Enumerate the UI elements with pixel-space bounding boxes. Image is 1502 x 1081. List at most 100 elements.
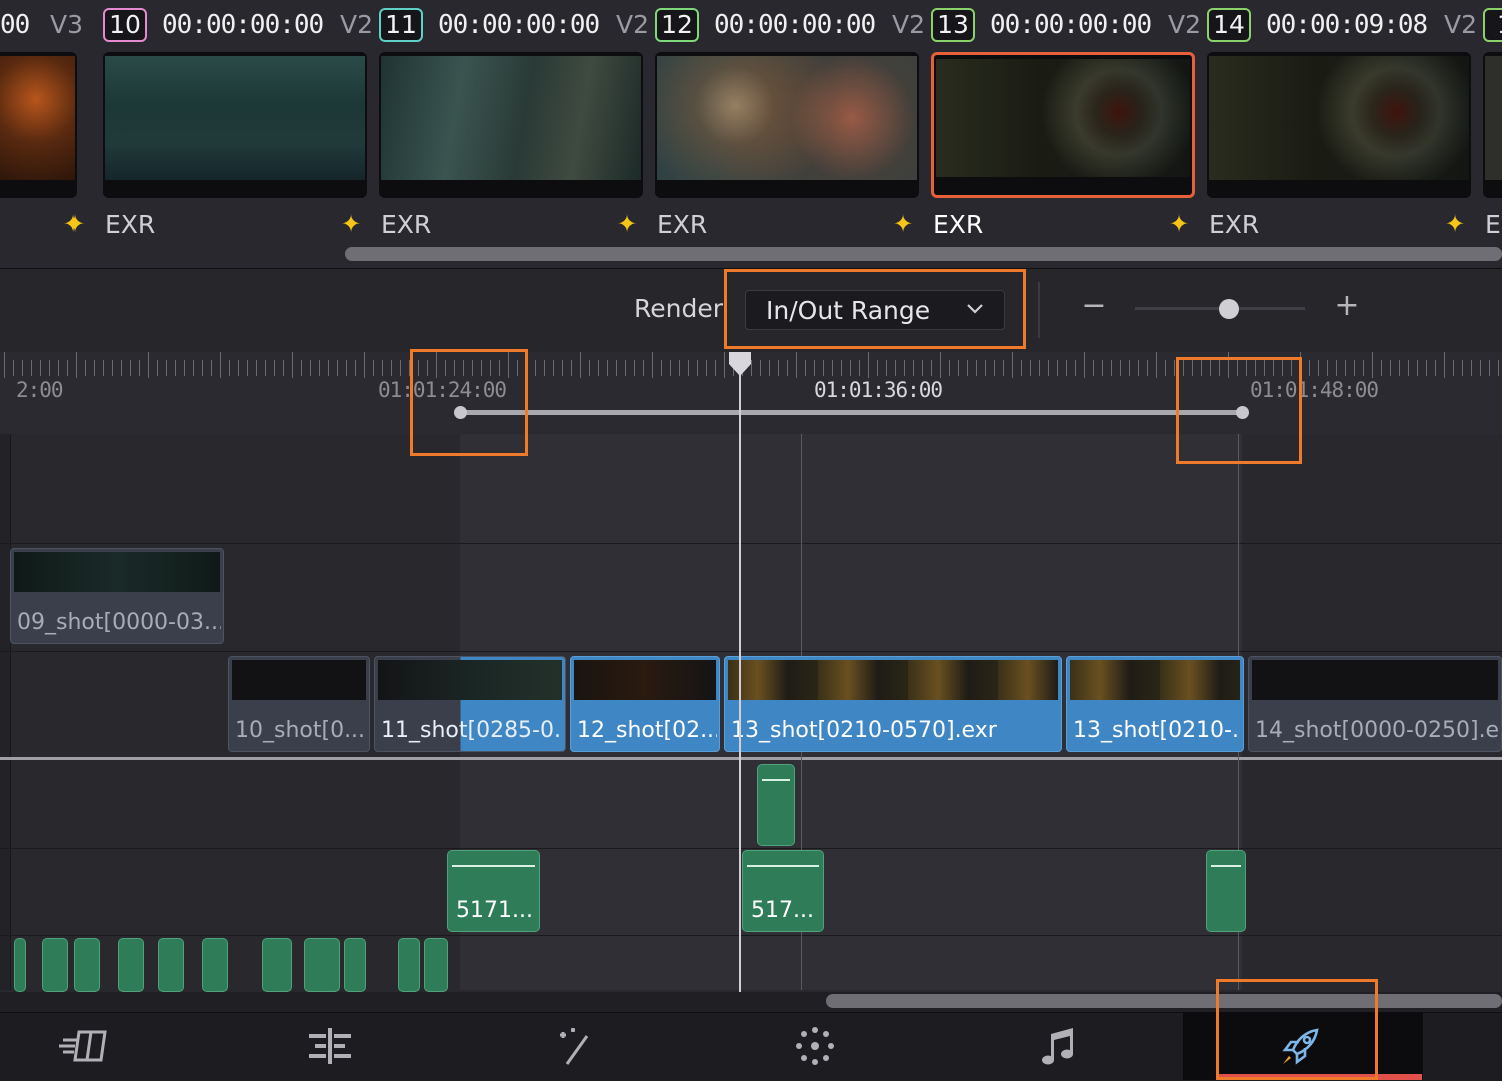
audio-clip[interactable]: [74, 938, 100, 992]
ruler-tick: [850, 360, 851, 376]
clip-thumbnail-13[interactable]: 13 00:00:00:00 V2 ✦ EXR: [893, 0, 1207, 268]
ruler-tick: [823, 360, 824, 376]
sparkle-icon: ✦: [65, 210, 86, 238]
zoom-out-button[interactable]: −: [1080, 291, 1108, 321]
timeline-clip-v2[interactable]: 12_shot[02...: [570, 656, 720, 752]
timeline-clip-v2[interactable]: 14_shot[0000-0250].exr: [1248, 656, 1502, 752]
edit-page-button[interactable]: [270, 1012, 390, 1080]
ruler-timecode: 01:01:36:00: [814, 378, 943, 402]
clip-format: E: [1485, 210, 1501, 239]
ruler-tick: [562, 360, 563, 376]
ruler-tick: [760, 360, 761, 376]
audio-clip[interactable]: [14, 938, 26, 992]
ruler-tick: [1003, 360, 1004, 376]
playhead[interactable]: [739, 362, 741, 992]
highlight-in-point: [410, 349, 528, 456]
timeline-clip-v2[interactable]: 10_shot[0...: [228, 656, 370, 752]
clip-format: EXR: [381, 210, 432, 239]
in-out-range-bar[interactable]: [460, 410, 1242, 415]
audio-clip[interactable]: [757, 764, 795, 846]
ruler-tick: [67, 360, 68, 376]
audio-clip[interactable]: [1206, 850, 1246, 932]
timeline-scrollbar[interactable]: [826, 994, 1502, 1008]
ruler-tick: [1390, 360, 1391, 376]
ruler-tick: [157, 360, 158, 376]
ruler-tick: [94, 360, 95, 376]
ruler-tick: [1120, 360, 1121, 376]
ruler-tick: [1174, 360, 1175, 376]
ruler-tick: [130, 360, 131, 376]
clip-thumbnail-image: [931, 52, 1195, 198]
ruler-tick: [724, 352, 725, 378]
clip-name: 11_shot[0285-0...: [381, 718, 563, 743]
clip-name: 12_shot[02...: [577, 718, 717, 743]
audio-clip[interactable]: [202, 938, 228, 992]
timeline-clip-v2[interactable]: 13_shot[0210-0570].exr: [724, 656, 1062, 752]
clip-thumbnail-11[interactable]: 11 00:00:00:00 V2 ✦ EXR: [341, 0, 655, 268]
ruler-tick: [643, 360, 644, 376]
ruler-tick: [1165, 360, 1166, 376]
ruler-tick: [1399, 360, 1400, 376]
audio-clip[interactable]: [344, 938, 366, 992]
ruler-tick: [256, 360, 257, 376]
clip-thumbnail-15[interactable]: 1 ✦ E: [1445, 0, 1502, 268]
zoom-slider-handle[interactable]: [1218, 299, 1239, 319]
highlight-deliver-button: [1216, 979, 1378, 1080]
ruler-tick: [1426, 360, 1427, 376]
ruler-tick: [769, 360, 770, 376]
ruler-tick: [49, 360, 50, 376]
ruler-tick: [148, 352, 149, 378]
clip-track: V2: [615, 10, 649, 39]
clip-timecode: 00:00:00:00: [162, 10, 324, 40]
clip-number: 11: [379, 8, 423, 42]
ruler-tick: [1408, 360, 1409, 376]
ruler-tick: [679, 360, 680, 376]
clip-track: V3: [49, 10, 83, 39]
ruler-tick: [553, 360, 554, 376]
thumbnail-scrollbar[interactable]: [345, 247, 1502, 261]
zoom-in-button[interactable]: +: [1333, 291, 1361, 321]
playhead-handle-icon[interactable]: [727, 352, 753, 378]
timeline-clip-v3[interactable]: 09_shot[0000-03...: [10, 548, 224, 644]
audio-clip[interactable]: [398, 938, 420, 992]
audio-clip[interactable]: [42, 938, 68, 992]
ruler-tick: [967, 360, 968, 376]
clip-name: 5171...: [456, 898, 533, 923]
ruler-tick: [589, 360, 590, 376]
clip-thumbnail-14[interactable]: 14 00:00:09:08 V2 ✦ EXR: [1169, 0, 1483, 268]
audio-clip[interactable]: [158, 938, 184, 992]
ruler-tick: [787, 360, 788, 376]
clip-thumbnail-12[interactable]: 12 00:00:00:00 V2 ✦ EXR: [617, 0, 931, 268]
track-separator: [0, 651, 1502, 652]
audio-clip[interactable]: [424, 938, 448, 992]
clip-timecode: 00:00:00:00: [990, 10, 1152, 40]
timeline-clip-v2[interactable]: 13_shot[0210-...: [1066, 656, 1244, 752]
ruler-tick: [310, 360, 311, 376]
audio-clip[interactable]: 5171...: [447, 850, 540, 932]
clip-number: 12: [655, 8, 699, 42]
fusion-page-button[interactable]: [755, 1012, 875, 1080]
clip-thumbnail-10[interactable]: 10 00:00:00:00 V2 ✦ EXR: [65, 0, 379, 268]
highlight-out-point: [1176, 357, 1302, 464]
audio-clip[interactable]: 517...: [742, 850, 824, 932]
ruler-tick: [913, 360, 914, 376]
audio-clip[interactable]: [118, 938, 144, 992]
audio-clip[interactable]: [304, 938, 340, 992]
clip-thumbnail-image: [1207, 52, 1471, 198]
ruler-tick: [400, 360, 401, 376]
ruler-tick: [1435, 360, 1436, 376]
clip-name: 09_shot[0000-03...: [17, 610, 221, 635]
clip-timecode: 00:00:09:08: [1266, 10, 1428, 40]
audio-clip[interactable]: [262, 938, 292, 992]
ruler-tick: [598, 360, 599, 376]
ruler-tick: [814, 360, 815, 376]
media-page-button[interactable]: [25, 1012, 145, 1080]
clip-track: V2: [891, 10, 925, 39]
timeline-clip-v2[interactable]: 11_shot[0285-0...: [374, 656, 566, 752]
ruler-tick: [1417, 360, 1418, 376]
color-page-button[interactable]: [515, 1012, 635, 1080]
ruler-tick: [112, 360, 113, 376]
ruler-tick: [193, 360, 194, 376]
fairlight-page-button[interactable]: [999, 1012, 1119, 1080]
ruler-tick: [103, 360, 104, 376]
